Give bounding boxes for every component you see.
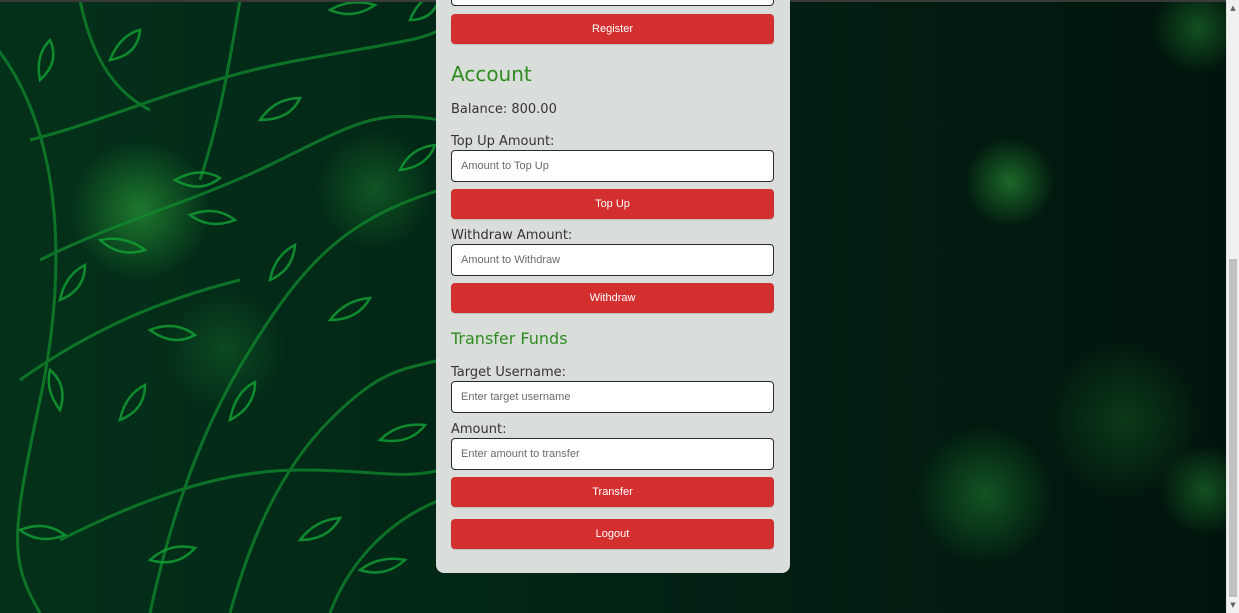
transfer-amount-label: Amount: xyxy=(451,422,507,437)
scrollbar-thumb[interactable] xyxy=(1229,259,1237,597)
transfer-amount-input[interactable] xyxy=(451,438,774,470)
account-heading: Account xyxy=(451,62,532,86)
scroll-up-arrow-icon[interactable]: ▲ xyxy=(1227,1,1239,15)
topup-amount-label: Top Up Amount: xyxy=(451,134,555,149)
target-username-label: Target Username: xyxy=(451,365,567,380)
register-button[interactable]: Register xyxy=(451,14,774,44)
target-username-input[interactable] xyxy=(451,381,774,413)
logout-button[interactable]: Logout xyxy=(451,519,774,549)
topup-button[interactable]: Top Up xyxy=(451,189,774,219)
balance-text: Balance: 800.00 xyxy=(451,102,557,117)
banking-panel: Register Account Balance: 800.00 Top Up … xyxy=(436,0,790,573)
withdraw-button[interactable]: Withdraw xyxy=(451,283,774,313)
topup-amount-input[interactable] xyxy=(451,150,774,182)
transfer-funds-heading: Transfer Funds xyxy=(451,329,568,348)
register-previous-field[interactable] xyxy=(451,0,774,6)
scroll-down-arrow-icon[interactable]: ▼ xyxy=(1227,598,1239,612)
withdraw-amount-label: Withdraw Amount: xyxy=(451,228,573,243)
withdraw-amount-input[interactable] xyxy=(451,244,774,276)
transfer-button[interactable]: Transfer xyxy=(451,477,774,507)
vertical-scrollbar[interactable]: ▲ ▼ xyxy=(1226,0,1239,613)
